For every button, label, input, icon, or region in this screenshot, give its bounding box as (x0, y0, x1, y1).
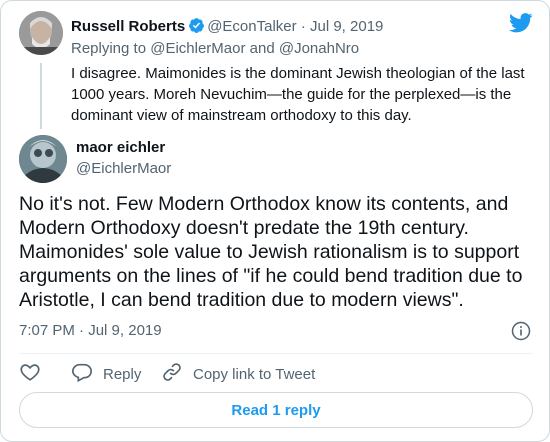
tweet-time[interactable]: 7:07 PM (19, 322, 75, 339)
divider (19, 353, 533, 354)
copy-link-label: Copy link to Tweet (193, 365, 316, 383)
like-button[interactable] (19, 362, 41, 386)
replying-to-line: Replying to @EichlerMaor and @JonahNro (71, 39, 359, 59)
twitter-bird-icon[interactable] (509, 13, 533, 38)
read-replies-button[interactable]: Read 1 reply (19, 392, 533, 428)
reply-label: Reply (103, 365, 142, 383)
reply-button[interactable]: Reply (71, 362, 141, 386)
tweet-author: maor eichler @EichlerMaor (19, 135, 519, 185)
parent-tweet-date[interactable]: Jul 9, 2019 (310, 18, 383, 35)
parent-author-avatar[interactable] (19, 11, 63, 55)
header-separator: · (300, 18, 306, 35)
copy-link-button[interactable]: Copy link to Tweet (161, 362, 315, 386)
replying-to-mention[interactable]: @JonahNro (279, 40, 359, 57)
parent-tweet-header: Russell Roberts @EconTalker · Jul 9, 2019 (71, 17, 383, 40)
heart-icon (19, 361, 41, 387)
author-name[interactable]: maor eichler (76, 138, 165, 158)
author-avatar[interactable] (19, 135, 67, 183)
parent-tweet-text: I disagree. Maimonides is the dominant J… (71, 65, 525, 124)
parent-author-name[interactable]: Russell Roberts (71, 18, 185, 35)
replying-to-and: and (249, 40, 275, 57)
author-handle[interactable]: @EichlerMaor (76, 159, 171, 179)
verified-badge-icon (188, 17, 205, 40)
tweet-text: No it's not. Few Modern Orthodox know it… (19, 193, 523, 311)
timestamp-separator: · (79, 322, 85, 339)
tweet-timestamp[interactable]: 7:07 PM · Jul 9, 2019 (19, 321, 162, 341)
tweet-date[interactable]: Jul 9, 2019 (88, 322, 161, 339)
info-icon[interactable] (511, 321, 531, 346)
link-icon (161, 361, 183, 387)
replying-to-prefix: Replying to (71, 40, 147, 57)
replying-to-mention[interactable]: @EichlerMaor (150, 40, 245, 57)
tweet-card: Russell Roberts @EconTalker · Jul 9, 2019… (0, 0, 550, 442)
thread-connector (40, 63, 42, 129)
reply-icon (71, 361, 93, 387)
parent-author-handle[interactable]: @EconTalker (207, 18, 296, 35)
